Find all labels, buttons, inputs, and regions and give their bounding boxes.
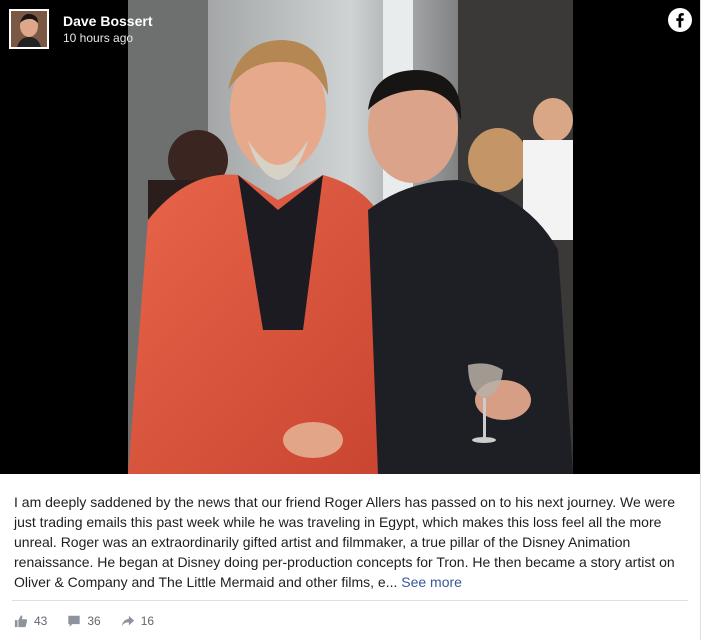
post-timestamp[interactable]: 10 hours ago — [63, 31, 133, 45]
post-caption: I am deeply saddened by the news that ou… — [14, 492, 686, 592]
footer-divider — [12, 600, 688, 601]
facebook-icon[interactable] — [668, 8, 692, 32]
engagement-bar: 43 36 16 — [14, 612, 174, 630]
shares-count: 16 — [140, 614, 155, 628]
author-avatar[interactable] — [9, 9, 49, 49]
facebook-post-card: Dave Bossert 10 hours ago I am deeply sa… — [0, 0, 701, 640]
shares-stat[interactable]: 16 — [121, 614, 154, 628]
likes-count: 43 — [34, 614, 48, 628]
speech-bubble-icon — [68, 615, 81, 627]
author-name[interactable]: Dave Bossert — [63, 13, 153, 29]
share-arrow-icon — [121, 615, 134, 627]
caption-text: I am deeply saddened by the news that ou… — [14, 494, 675, 590]
thumbs-up-icon — [14, 615, 28, 628]
post-media[interactable]: Dave Bossert 10 hours ago — [0, 0, 700, 474]
comments-count: 36 — [87, 614, 101, 628]
likes-stat[interactable]: 43 — [14, 614, 47, 628]
post-header: Dave Bossert 10 hours ago — [8, 8, 692, 52]
comments-stat[interactable]: 36 — [67, 614, 101, 628]
see-more-link[interactable]: See more — [401, 574, 462, 590]
post-photo — [128, 0, 573, 474]
